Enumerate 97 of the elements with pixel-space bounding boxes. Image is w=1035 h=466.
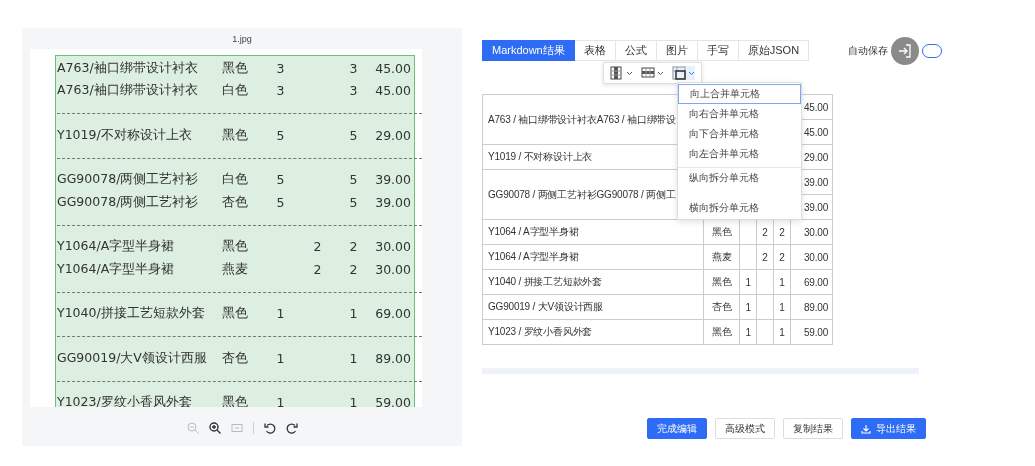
table-cell: Y1040 / 拼接工艺短款外套 (482, 269, 704, 295)
receipt-text: Y1019/不对称设计上衣 (57, 126, 193, 144)
receipt-text: 黑色 (222, 238, 249, 256)
receipt-text: Y1040/拼接工艺短款外套 (57, 305, 206, 323)
table-cell: 59.00 (790, 319, 833, 345)
receipt-text: 白色 (222, 171, 249, 189)
rotate-right-icon[interactable] (285, 422, 298, 434)
receipt-text: 45.00 (374, 60, 411, 76)
receipt-text: A763/袖口绑带设计衬衣 (57, 82, 199, 100)
table-cell: 30.00 (790, 244, 833, 270)
table-cell: 杏色 (703, 294, 740, 320)
table-cell: 燕麦 (703, 244, 740, 270)
tab[interactable]: 图片 (656, 40, 698, 61)
receipt-text: 1 (348, 395, 359, 407)
exit-icon (898, 44, 912, 58)
receipt-text: 3 (275, 60, 286, 76)
caret-icon (657, 70, 664, 76)
floating-button[interactable] (891, 37, 919, 65)
table-cell: 1 (773, 269, 791, 295)
receipt-text: 黑色 (222, 59, 249, 77)
receipt-text: A763/袖口绑带设计衬衣 (57, 59, 199, 77)
table-cell: 黑色 (703, 319, 740, 345)
table-cell: 89.00 (790, 294, 833, 320)
table-cell: 1 (739, 319, 757, 345)
receipt-text: 5 (348, 172, 359, 188)
table-cell: 1 (739, 294, 757, 320)
receipt-text: 39.00 (374, 194, 411, 210)
receipt-text: 杏色 (222, 193, 249, 211)
receipt-text: 5 (348, 194, 359, 210)
receipt-text: 29.00 (374, 127, 411, 143)
receipt-text: 30.00 (374, 239, 411, 255)
action-button[interactable]: 完成编辑 (647, 418, 707, 439)
menu-item[interactable]: 纵向拆分单元格 (678, 167, 801, 188)
table-cell: 1 (739, 269, 757, 295)
receipt-text: 2 (312, 261, 323, 277)
receipt-text: 2 (348, 239, 359, 255)
table-cell: 1 (773, 294, 791, 320)
receipt-text: 1 (348, 306, 359, 322)
receipt-text: 白色 (222, 82, 249, 100)
action-button[interactable]: 高级模式 (715, 418, 775, 439)
toolbar-dropdown[interactable] (641, 66, 664, 80)
receipt-text: Y1064/A字型半身裙 (57, 238, 176, 256)
receipt-text: 5 (275, 194, 286, 210)
rotate-left-icon[interactable] (263, 422, 276, 434)
receipt-text: 39.00 (374, 172, 411, 188)
receipt-text: 1 (348, 350, 359, 366)
merge-cells-icon (672, 66, 686, 80)
receipt-text: 燕麦 (222, 260, 249, 278)
receipt-text: 3 (348, 60, 359, 76)
receipt-text: 黑色 (222, 305, 249, 323)
column-icon (610, 66, 624, 80)
receipt-text: 杏色 (222, 349, 249, 367)
receipt-text: 1 (275, 350, 286, 366)
caret-icon (688, 70, 695, 76)
export-button[interactable]: 导出结果 (851, 418, 926, 439)
receipt-text: 89.00 (374, 350, 411, 366)
receipt-text: Y1064/A字型半身裙 (57, 260, 176, 278)
receipt-text: 5 (348, 127, 359, 143)
autosave-label: 自动保存 (848, 43, 888, 58)
tab[interactable]: 手写 (697, 40, 739, 61)
table-cell: 2 (756, 244, 774, 270)
table-cell: 黑色 (703, 269, 740, 295)
caret-icon (626, 70, 633, 76)
receipt-text: 45.00 (374, 83, 411, 99)
zoom-in-icon[interactable] (208, 422, 221, 434)
table-cell: GG90019 / 大V领设计西服 (482, 294, 704, 320)
receipt-text: GG90078/两侧工艺衬衫 (57, 171, 200, 189)
row-icon (641, 66, 655, 80)
tab[interactable]: 表格 (574, 40, 616, 61)
table-cell: Y1064 / A字型半身裙 (482, 244, 704, 270)
receipt-text: GG90078/两侧工艺衬衫 (57, 193, 200, 211)
tab[interactable]: 原始JSON (738, 40, 810, 61)
file-name: 1.jpg (232, 34, 252, 44)
receipt-text: 1 (275, 395, 286, 407)
table-cell: 2 (773, 244, 791, 270)
menu-item[interactable]: 向上合并单元格 (678, 84, 801, 104)
receipt-text: 3 (275, 83, 286, 99)
toolbar-dropdown[interactable] (672, 66, 695, 80)
tab[interactable]: Markdown结果 (482, 40, 575, 61)
receipt-text: 1 (275, 306, 286, 322)
receipt-text: 2 (348, 261, 359, 277)
toolbar-dropdown[interactable] (610, 66, 633, 80)
receipt-text: 2 (312, 239, 323, 255)
receipt-text: GG90019/大V领设计西服 (57, 349, 208, 367)
table-cell: 1 (773, 319, 791, 345)
tab[interactable]: 公式 (615, 40, 657, 61)
download-icon (861, 423, 871, 434)
receipt-text: 黑色 (222, 126, 249, 144)
table-cell: 69.00 (790, 269, 833, 295)
table-cell: Y1023 / 罗纹小香风外套 (482, 319, 704, 345)
receipt-text: 3 (348, 83, 359, 99)
receipt-text: 59.00 (374, 395, 411, 407)
receipt-text: 69.00 (374, 306, 411, 322)
action-button[interactable]: 复制结果 (783, 418, 843, 439)
receipt-text: 5 (275, 172, 286, 188)
receipt-text: 5 (275, 127, 286, 143)
receipt-text: 30.00 (374, 261, 411, 277)
